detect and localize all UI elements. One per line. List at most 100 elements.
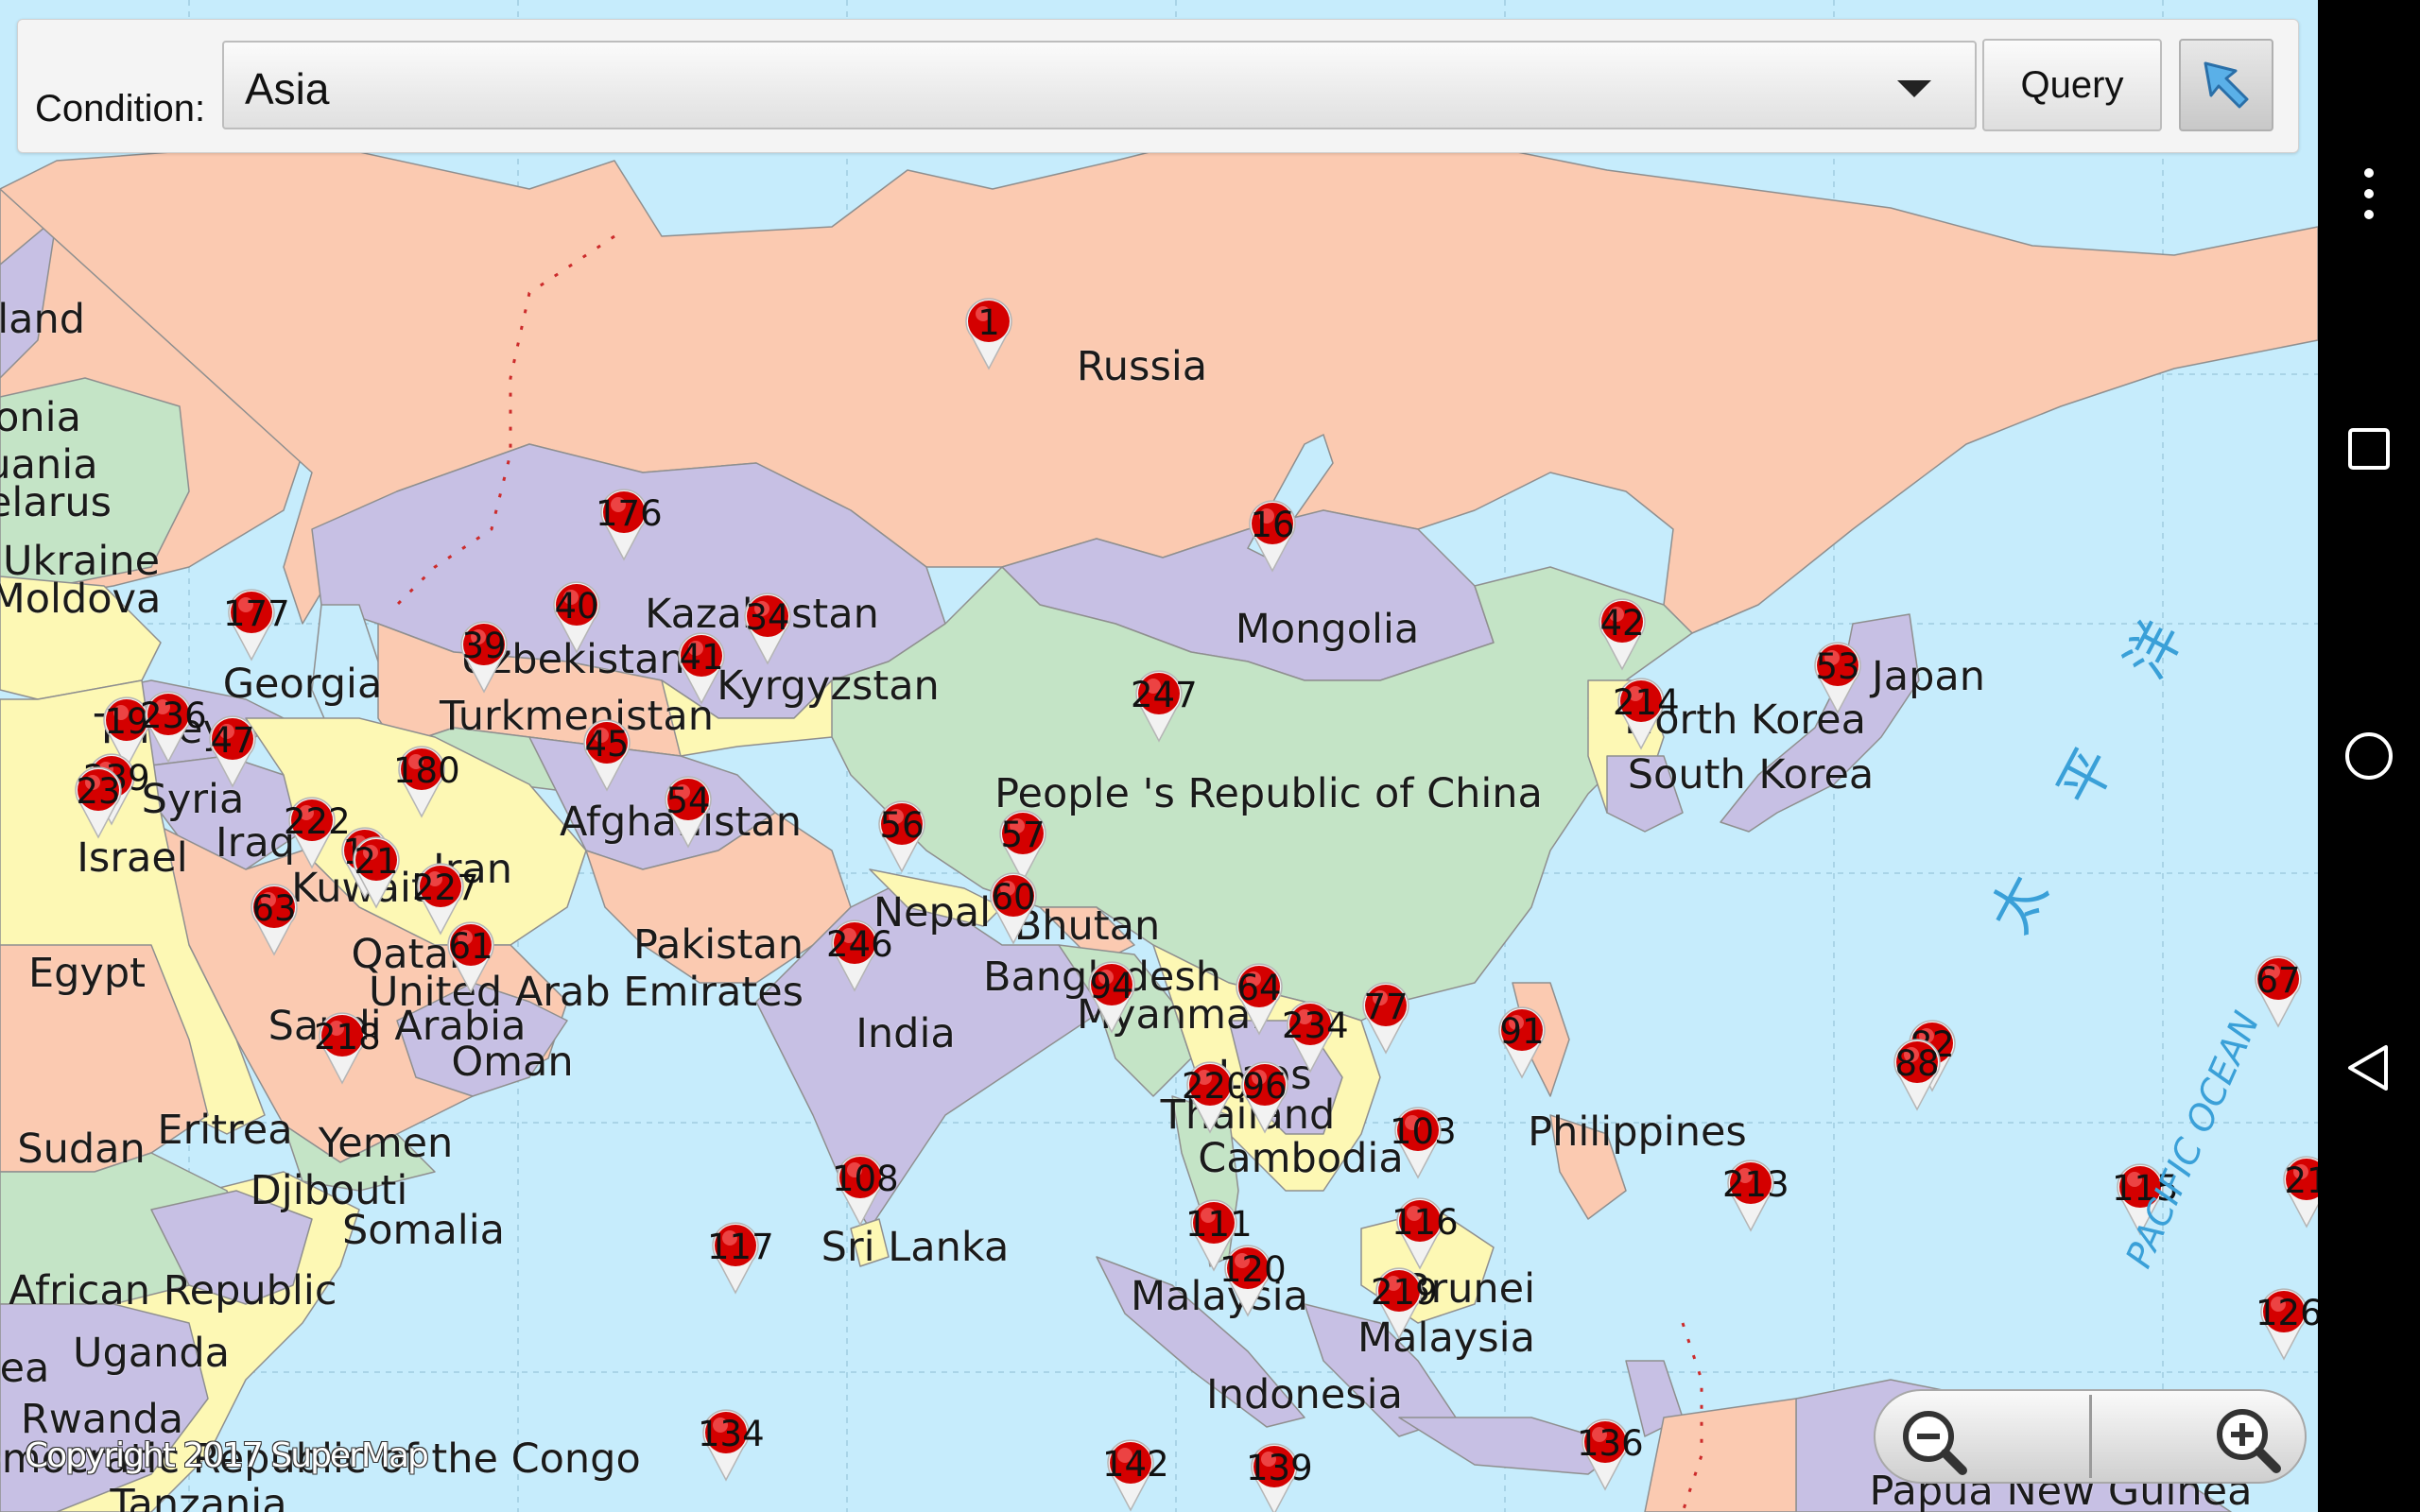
result-marker[interactable]: 134 [698,1404,765,1482]
result-marker[interactable]: 136 [1577,1414,1644,1491]
country-label: Egypt [27,950,147,997]
result-marker[interactable]: 142 [1102,1435,1169,1512]
result-marker[interactable]: 246 [826,915,893,992]
result-marker[interactable]: 39 [456,616,512,694]
select-tool-button[interactable] [2179,39,2273,131]
result-marker[interactable]: 126 [2256,1283,2318,1361]
result-marker[interactable]: 1 [960,293,1017,370]
query-button[interactable]: Query [1982,39,2162,131]
result-marker[interactable]: 177 [223,584,290,662]
result-marker[interactable]: 139 [1246,1438,1313,1512]
country-label: Sudan [17,1125,146,1173]
marker-number: 220 [1182,1066,1249,1107]
result-marker[interactable]: 116 [1392,1193,1459,1270]
marker-number: 77 [1363,987,1409,1027]
marker-number: 180 [393,750,460,791]
marker-number: 213 [1722,1164,1789,1205]
result-marker[interactable]: 218 [314,1007,381,1085]
recents-button[interactable] [2318,416,2420,482]
result-marker[interactable]: 60 [985,868,1042,945]
marker-number: 47 [210,720,255,761]
result-marker[interactable]: 61 [442,917,499,994]
marker-number: 116 [1392,1202,1459,1243]
marker-number: 21 [2284,1160,2318,1201]
result-marker[interactable]: 21 [2278,1151,2318,1228]
recents-icon [2348,428,2390,470]
marker-number: 63 [251,888,297,929]
zoom-in-button[interactable] [2093,1391,2305,1482]
country-label: Uganda [72,1330,231,1377]
marker-number: 218 [314,1017,381,1057]
country-label: Russia [1076,343,1208,390]
result-marker[interactable]: 34 [739,588,796,665]
marker-number: 34 [745,597,790,638]
result-marker[interactable]: 77 [1357,977,1414,1055]
zoom-out-button[interactable] [1876,1391,2089,1482]
marker-number: 56 [879,805,925,846]
marker-number: 61 [448,926,493,967]
marker-number: 96 [1242,1066,1288,1107]
result-marker[interactable]: 176 [596,484,663,561]
country-label: Cambodia [1198,1135,1404,1182]
condition-label: Condition: [35,88,206,129]
result-marker[interactable]: 21 [348,832,405,909]
result-marker[interactable]: 214 [1613,673,1680,750]
overflow-menu-icon [2364,168,2374,219]
home-icon [2345,732,2393,780]
result-marker[interactable]: 67 [2250,951,2307,1028]
map-view[interactable]: nlandRussiaoniauaniaelarusUkraineMoldova… [0,0,2318,1512]
overflow-menu-button[interactable] [2318,161,2420,227]
marker-number: 177 [223,593,290,634]
result-marker[interactable]: 120 [1219,1240,1287,1317]
marker-number: 103 [1390,1111,1457,1152]
marker-number: 57 [1000,815,1046,855]
result-marker[interactable]: 16 [1244,495,1301,573]
country-label: Israel [77,834,188,882]
result-marker[interactable]: 247 [1131,665,1198,743]
result-marker[interactable]: 40 [548,576,605,654]
result-marker[interactable]: 108 [832,1149,899,1227]
result-marker[interactable]: 222 [284,792,351,869]
marker-number: 234 [1282,1005,1349,1046]
result-marker[interactable]: 41 [673,627,730,705]
result-marker[interactable]: 220 [1182,1057,1249,1134]
marker-number: 94 [1089,966,1134,1006]
result-marker[interactable]: 94 [1083,956,1140,1034]
country-label: Kyrgyzstan [717,662,940,710]
result-marker[interactable]: 54 [660,771,717,849]
result-marker[interactable]: 236 [140,686,207,764]
result-marker[interactable]: 103 [1390,1102,1457,1179]
result-marker[interactable]: 96 [1236,1057,1293,1134]
result-marker[interactable]: 23 [70,762,127,839]
result-marker[interactable]: 88 [1889,1034,1945,1111]
result-marker[interactable]: 180 [393,741,460,818]
result-marker[interactable]: 56 [873,796,930,873]
marker-number: 222 [284,801,351,842]
result-marker[interactable]: 64 [1231,958,1288,1036]
home-button[interactable] [2318,718,2420,794]
system-nav-bar [2318,0,2420,1512]
back-button[interactable] [2318,1030,2420,1106]
zoom-out-icon [1903,1411,1967,1475]
result-marker[interactable]: 219 [1371,1263,1438,1340]
condition-value: Asia [245,64,330,113]
marker-number: 108 [832,1159,899,1199]
result-marker[interactable]: 117 [707,1217,774,1295]
result-marker[interactable]: 42 [1594,593,1651,671]
result-marker[interactable]: 47 [204,711,261,788]
marker-number: 136 [1577,1423,1644,1464]
result-marker[interactable]: 45 [579,714,635,792]
marker-number: 134 [698,1414,765,1454]
marker-number: 176 [596,493,663,534]
result-marker[interactable]: 53 [1809,637,1866,714]
zoom-in-icon [2217,1409,2281,1473]
country-label: ea [0,1345,50,1392]
country-label: People 's Republic of China [994,770,1543,817]
result-marker[interactable]: 63 [246,879,302,956]
condition-select[interactable]: Asia [222,41,1977,129]
marker-number: 67 [2256,960,2301,1001]
result-marker[interactable]: 213 [1722,1155,1789,1232]
result-marker[interactable]: 91 [1494,1002,1550,1079]
country-label: Somalia [341,1207,506,1254]
marker-number: 42 [1599,603,1645,644]
